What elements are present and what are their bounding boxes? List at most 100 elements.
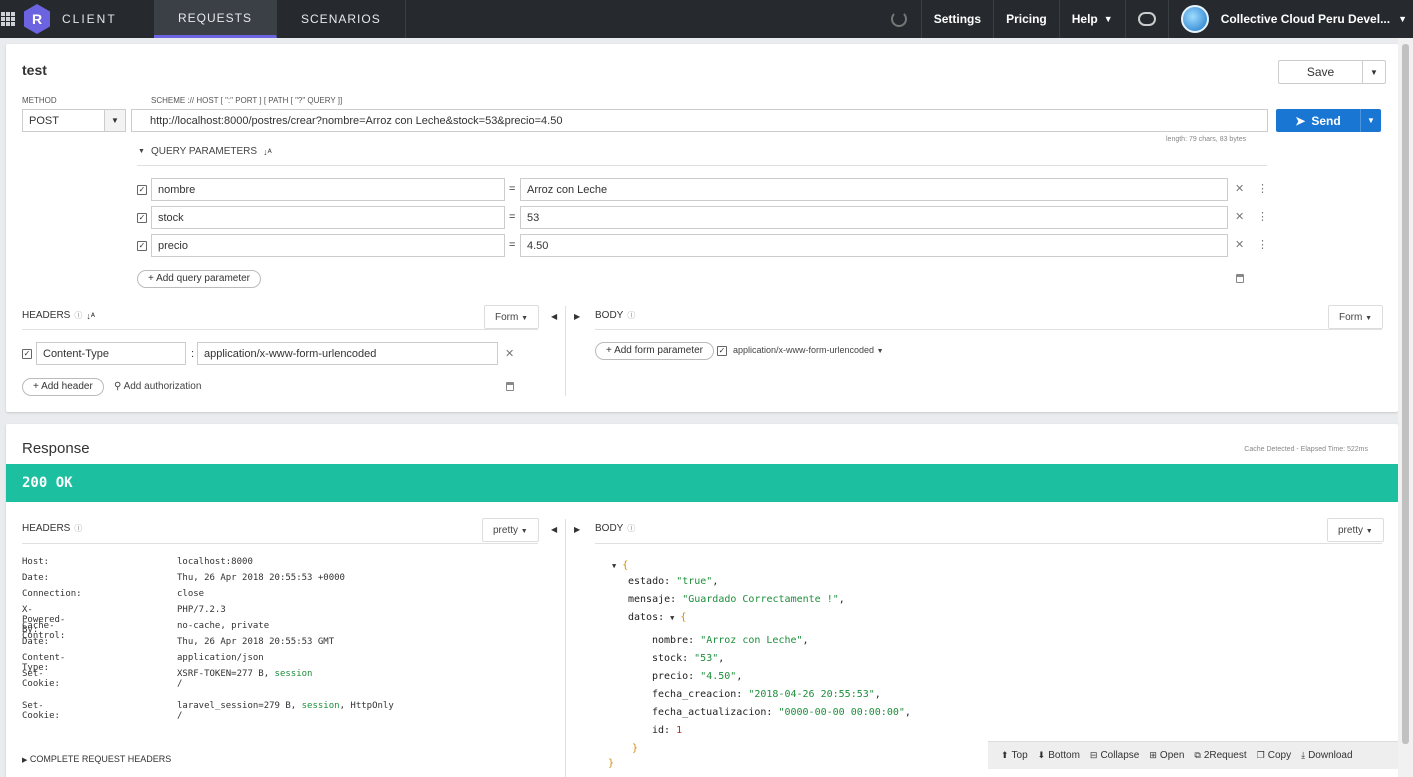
copy-button[interactable]: ❐ Copy bbox=[1252, 750, 1296, 761]
json-value: "0000-00-00 00:00:00" bbox=[778, 707, 905, 718]
query-params-label: QUERY PARAMETERS bbox=[150, 146, 258, 157]
scrollbar-thumb[interactable] bbox=[1402, 44, 1409, 744]
split-divider[interactable] bbox=[565, 519, 566, 777]
remove-icon[interactable]: ✕ bbox=[1235, 182, 1244, 195]
param-value-input[interactable]: Arroz con Leche bbox=[520, 178, 1228, 201]
caret-down-icon: ▼ bbox=[670, 614, 675, 622]
complete-request-headers-toggle[interactable]: ▶ COMPLETE REQUEST HEADERS bbox=[22, 754, 171, 764]
header-value: Thu, 26 Apr 2018 20:55:53 +0000 bbox=[177, 573, 345, 583]
chevron-down-icon[interactable]: ▼ bbox=[1361, 109, 1381, 132]
body-pretty-dropdown[interactable]: pretty ▼ bbox=[1327, 518, 1384, 542]
info-icon[interactable]: ⓘ bbox=[627, 523, 635, 534]
json-value: "Arroz con Leche" bbox=[700, 635, 803, 646]
json-line[interactable]: datos: ▼ { bbox=[628, 612, 686, 623]
info-icon[interactable]: ⓘ bbox=[74, 310, 82, 321]
header-name-input[interactable]: Content-Type bbox=[36, 342, 186, 365]
sort-icon[interactable]: ↓ᴬ bbox=[86, 311, 95, 321]
download-button[interactable]: ⤓ Download bbox=[1296, 750, 1357, 761]
arrow-up-icon: ⬆ bbox=[1001, 750, 1009, 760]
param-name-input[interactable]: stock bbox=[151, 206, 505, 229]
add-query-param-button[interactable]: + Add query parameter bbox=[137, 270, 262, 288]
header-checkbox[interactable]: ✓ bbox=[22, 349, 32, 359]
expand-icon: ⊞ bbox=[1149, 750, 1157, 760]
expand-right-icon[interactable]: ▶ bbox=[574, 312, 580, 321]
remove-icon[interactable]: ✕ bbox=[1235, 238, 1244, 251]
json-line: fecha_actualizacion: "0000-00-00 00:00:0… bbox=[652, 707, 911, 718]
more-icon[interactable]: ⋮ bbox=[1257, 210, 1268, 223]
collapse-button[interactable]: ⊟ Collapse bbox=[1085, 750, 1144, 761]
chat-icon bbox=[1137, 12, 1156, 26]
info-icon[interactable]: ⓘ bbox=[74, 523, 82, 534]
cookie-path: / bbox=[177, 711, 183, 721]
more-icon[interactable]: ⋮ bbox=[1257, 182, 1268, 195]
headers-form-dropdown[interactable]: Form ▼ bbox=[484, 305, 540, 329]
trash-icon[interactable] bbox=[1236, 274, 1244, 283]
status-badge: 200 OK bbox=[6, 464, 1398, 502]
body-type-dropdown[interactable]: application/x-www-form-urlencoded ▼ bbox=[733, 345, 884, 355]
json-value: "4.50" bbox=[700, 671, 737, 682]
remove-icon[interactable]: ✕ bbox=[1235, 210, 1244, 223]
more-icon[interactable]: ⋮ bbox=[1257, 238, 1268, 251]
chat-button[interactable] bbox=[1124, 0, 1168, 38]
trash-icon[interactable] bbox=[506, 382, 514, 391]
settings-link[interactable]: Settings bbox=[920, 0, 993, 38]
page-scrollbar[interactable] bbox=[1398, 38, 1413, 777]
param-checkbox[interactable]: ✓ bbox=[137, 213, 147, 223]
collapse-left-icon[interactable]: ◀ bbox=[551, 525, 557, 534]
caret-right-icon: ▶ bbox=[22, 757, 28, 764]
divider bbox=[595, 329, 1382, 330]
cookie-session-link[interactable]: session bbox=[302, 701, 340, 711]
sort-icon[interactable]: ↓ᴬ bbox=[263, 147, 272, 157]
method-select[interactable]: POST ▼ bbox=[22, 109, 126, 132]
top-button[interactable]: ⬆ Top bbox=[996, 750, 1033, 761]
expand-right-icon[interactable]: ▶ bbox=[574, 525, 580, 534]
remove-icon[interactable]: ✕ bbox=[505, 347, 514, 360]
save-button[interactable]: Save ▼ bbox=[1278, 60, 1386, 84]
tab-requests[interactable]: REQUESTS bbox=[154, 0, 278, 38]
send-button[interactable]: ➤ Send ▼ bbox=[1276, 109, 1381, 132]
collapse-left-icon[interactable]: ◀ bbox=[551, 312, 557, 321]
chevron-down-icon: ▼ bbox=[1398, 14, 1407, 24]
headers-section-label: HEADERS ⓘ ↓ᴬ bbox=[22, 310, 95, 321]
body-form-dropdown[interactable]: Form ▼ bbox=[1328, 305, 1384, 329]
account-name: Collective Cloud Peru Devel... bbox=[1220, 12, 1391, 26]
add-authorization-link[interactable]: ⚲ Add authorization bbox=[114, 381, 201, 392]
help-menu[interactable]: Help ▼ bbox=[1058, 0, 1125, 38]
body-type-checkbox[interactable]: ✓ bbox=[717, 346, 727, 356]
url-input[interactable]: http://localhost:8000/postres/crear?nomb… bbox=[131, 109, 1268, 132]
help-label: Help bbox=[1071, 12, 1098, 26]
query-param-row: ✓ precio = 4.50 ✕ ⋮ bbox=[137, 234, 1268, 257]
to-request-button[interactable]: ⧉ 2Request bbox=[1189, 750, 1251, 761]
pretty-label: pretty bbox=[493, 525, 519, 536]
json-value: "53" bbox=[694, 653, 719, 664]
param-value-input[interactable]: 53 bbox=[520, 206, 1228, 229]
info-icon[interactable]: ⓘ bbox=[627, 310, 635, 321]
chevron-down-icon[interactable]: ▼ bbox=[1363, 61, 1385, 83]
cookie-session-link[interactable]: session bbox=[275, 669, 313, 679]
add-header-button[interactable]: + Add header bbox=[22, 378, 104, 396]
pricing-link[interactable]: Pricing bbox=[993, 0, 1059, 38]
json-line: estado: "true", bbox=[628, 576, 719, 587]
add-form-param-button[interactable]: + Add form parameter bbox=[595, 342, 714, 360]
header-value: close bbox=[177, 589, 205, 599]
param-name-input[interactable]: nombre bbox=[151, 178, 505, 201]
json-open-brace[interactable]: ▼ { bbox=[612, 560, 628, 571]
param-checkbox[interactable]: ✓ bbox=[137, 185, 147, 195]
headers-pretty-dropdown[interactable]: pretty ▼ bbox=[482, 518, 539, 542]
param-checkbox[interactable]: ✓ bbox=[137, 241, 147, 251]
open-button[interactable]: ⊞ Open bbox=[1144, 750, 1189, 761]
param-name-input[interactable]: precio bbox=[151, 234, 505, 257]
json-key: fecha_creacion: bbox=[652, 689, 743, 700]
apps-grid-icon[interactable] bbox=[1, 12, 15, 26]
account-menu[interactable]: Collective Cloud Peru Devel... ▼ bbox=[1167, 0, 1413, 38]
avatar bbox=[1180, 5, 1209, 33]
response-body-section: BODY ⓘ bbox=[595, 523, 635, 534]
tab-scenarios[interactable]: SCENARIOS bbox=[277, 0, 406, 38]
param-value-input[interactable]: 4.50 bbox=[520, 234, 1228, 257]
query-params-toggle[interactable]: ▼ QUERY PARAMETERS ↓ᴬ bbox=[138, 146, 272, 157]
split-divider[interactable] bbox=[565, 306, 566, 396]
bottom-button[interactable]: ⬇ Bottom bbox=[1033, 750, 1085, 761]
header-value-input[interactable]: application/x-www-form-urlencoded bbox=[197, 342, 498, 365]
request-title: test bbox=[22, 62, 47, 78]
sync-icon[interactable] bbox=[890, 11, 907, 27]
